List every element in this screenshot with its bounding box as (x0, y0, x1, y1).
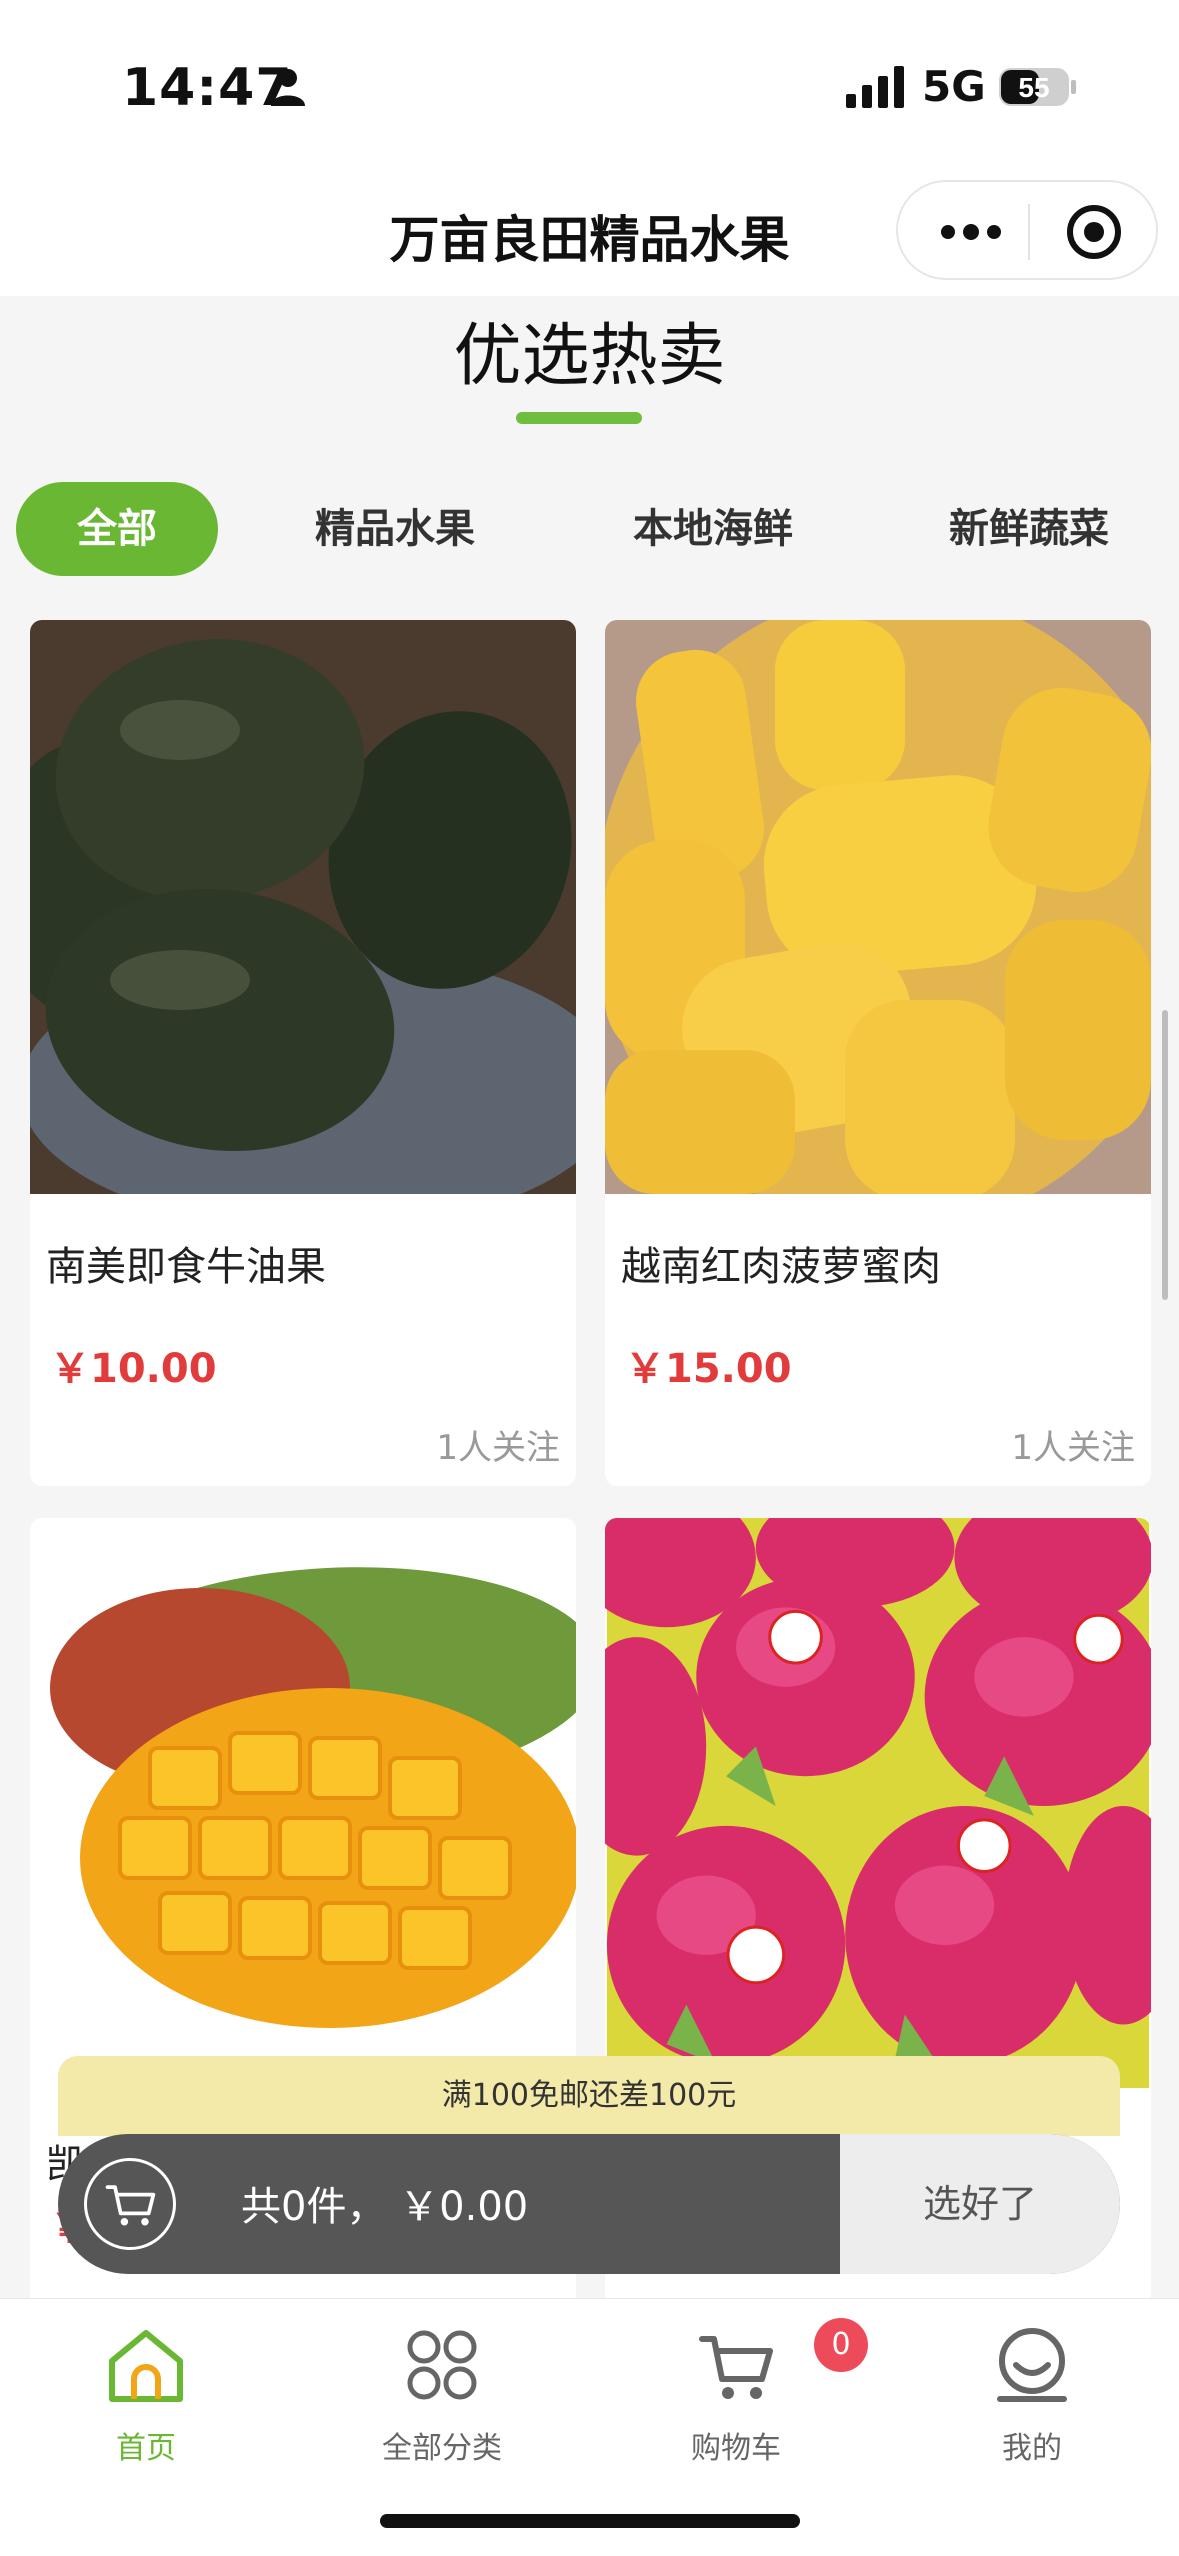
cart-bar[interactable]: 共0件， ￥0.00 选好了 (58, 2134, 1120, 2274)
product-name: 越南红肉菠萝蜜肉 (621, 1244, 941, 1290)
tabbar-label: 我的 (1002, 2431, 1062, 2466)
product-name: 南美即食牛油果 (46, 1244, 326, 1290)
product-price: ￥10.00 (50, 1346, 217, 1392)
checkout-button[interactable]: 选好了 (840, 2134, 1120, 2274)
follow-count: 1人关注 (1011, 1428, 1135, 1468)
network-label: 5G (922, 62, 986, 111)
product-image-mango (30, 1518, 576, 2092)
capsule-divider (1028, 204, 1030, 260)
cart-count-badge: 0 (814, 2318, 868, 2372)
tabbar-label: 首页 (116, 2431, 176, 2466)
tabbar-label: 全部分类 (382, 2431, 502, 2466)
tabbar-item-categories[interactable]: 全部分类 (332, 2311, 552, 2511)
cart-icon (699, 2336, 773, 2399)
person-icon (271, 69, 305, 106)
signal-icon (846, 66, 904, 108)
tab-local-seafood[interactable]: 本地海鲜 (608, 482, 818, 576)
battery-level: 55 (1018, 72, 1049, 103)
mini-program-capsule (896, 180, 1158, 280)
product-card[interactable]: 南美即食牛油果 ￥10.00 1人关注 (30, 620, 576, 1486)
tabbar-item-profile[interactable]: 我的 (922, 2311, 1142, 2511)
cart-bar-cart-icon[interactable] (84, 2158, 176, 2250)
product-image-dragon-fruit (605, 1518, 1151, 2088)
home-indicator[interactable] (380, 2514, 800, 2528)
section-underline (516, 412, 642, 424)
follow-count: 1人关注 (436, 1428, 560, 1468)
product-image-avocado (30, 620, 576, 1194)
product-price: ￥15.00 (625, 1346, 792, 1392)
profile-icon (997, 2328, 1067, 2402)
battery-icon: 55 (999, 68, 1076, 106)
cart-summary: 共0件， ￥0.00 (241, 2184, 529, 2230)
close-mini-program-icon[interactable] (1064, 202, 1124, 262)
product-image-jackfruit (605, 620, 1151, 1194)
status-time: 14:47 (122, 58, 293, 118)
status-bar: 14:47 5G 55 (0, 0, 1179, 170)
product-card[interactable]: 越南红肉菠萝蜜肉 ￥15.00 1人关注 (605, 620, 1151, 1486)
home-icon (109, 2330, 183, 2402)
more-icon[interactable] (936, 210, 1006, 254)
tab-premium-fruit[interactable]: 精品水果 (290, 482, 500, 576)
section-title: 优选热卖 (453, 317, 726, 396)
nav-header: 万亩良田精品水果 (0, 170, 1179, 296)
free-shipping-notice: 满100免邮还差100元 (58, 2056, 1120, 2136)
tabbar-label: 购物车 (691, 2431, 781, 2466)
tabbar-item-cart[interactable]: 购物车 (626, 2311, 846, 2511)
tabbar-item-home[interactable]: 首页 (36, 2311, 256, 2511)
scrollbar[interactable] (1162, 1010, 1168, 1300)
tab-fresh-vegetables[interactable]: 新鲜蔬菜 (924, 482, 1134, 576)
category-icon (407, 2330, 477, 2400)
tab-all[interactable]: 全部 (16, 482, 218, 576)
